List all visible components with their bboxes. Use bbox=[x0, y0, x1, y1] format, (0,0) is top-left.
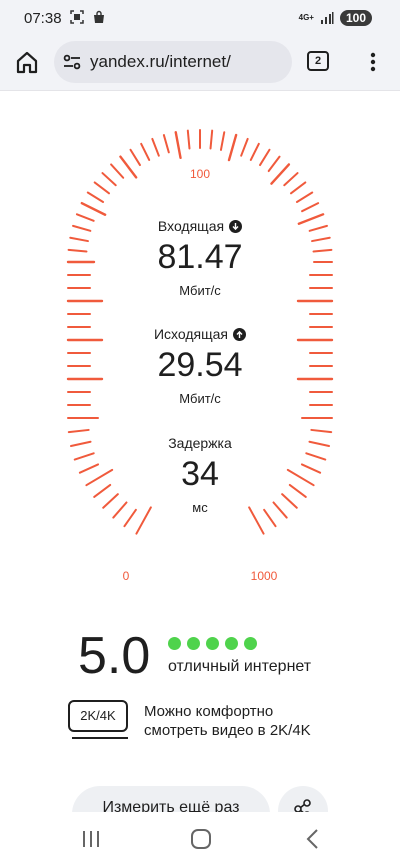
gauge-label-top: 100 bbox=[190, 167, 210, 181]
gauge-tick bbox=[289, 181, 307, 195]
gauge-tick bbox=[78, 463, 100, 474]
notification-icons bbox=[70, 10, 106, 24]
latency-value: 34 bbox=[181, 455, 219, 493]
gauge-tick bbox=[119, 155, 138, 179]
more-vert-icon[interactable] bbox=[365, 50, 381, 74]
back-icon[interactable] bbox=[298, 826, 328, 852]
video-line-1: Можно комфортно bbox=[144, 703, 274, 720]
gauge-tick bbox=[101, 172, 117, 187]
battery-indicator: 100 bbox=[339, 10, 372, 26]
rating-dot bbox=[225, 637, 238, 650]
gauge-tick bbox=[70, 440, 92, 447]
gauge-label-min: 0 bbox=[123, 569, 130, 583]
gauge-tick bbox=[209, 129, 214, 150]
gauge-tick bbox=[110, 163, 125, 179]
gauge-tick bbox=[259, 148, 271, 167]
upload-unit: Мбит/с bbox=[179, 391, 221, 406]
video-line-2: смотреть видео в 2K/4K bbox=[144, 722, 311, 739]
gauge-tick bbox=[301, 202, 320, 213]
recent-apps-icon[interactable] bbox=[76, 826, 106, 852]
gauge-tick bbox=[86, 191, 105, 203]
gauge-tick bbox=[308, 440, 330, 447]
gauge-tick bbox=[80, 201, 107, 216]
gauge-tick bbox=[240, 137, 249, 157]
video-description: Можно комфортно смотреть видео в 2K/4K bbox=[144, 702, 311, 740]
quality-score: 5.0 bbox=[78, 627, 151, 685]
download-value: 81.47 bbox=[157, 238, 243, 276]
gauge-label-max: 1000 bbox=[251, 569, 278, 583]
gauge-tick bbox=[311, 236, 331, 243]
url-text: yandex.ru/internet/ bbox=[90, 52, 231, 71]
gauge-tick bbox=[305, 452, 327, 461]
shopping-bag-icon bbox=[94, 10, 104, 23]
arrow-up-icon bbox=[233, 327, 247, 341]
gauge-tick bbox=[69, 236, 89, 243]
address-bar[interactable]: yandex.ru/internet/ bbox=[54, 41, 292, 83]
rating-dot bbox=[168, 637, 181, 650]
gauge-tick bbox=[310, 428, 333, 434]
tv-stand bbox=[72, 737, 128, 739]
gauge-tick bbox=[93, 181, 111, 195]
quality-rating-text: отличный интернет bbox=[168, 658, 312, 675]
gauge-tick bbox=[300, 463, 322, 474]
tune-icon[interactable] bbox=[62, 52, 82, 72]
gauge-tick bbox=[72, 224, 92, 232]
gauge-tick bbox=[129, 148, 141, 167]
gauge-tick bbox=[312, 248, 333, 253]
browser-toolbar: yandex.ru/internet/ 2 bbox=[0, 36, 400, 91]
arrow-down-icon bbox=[229, 219, 243, 233]
home-nav-icon[interactable] bbox=[186, 826, 216, 852]
download-unit: Мбит/с bbox=[179, 283, 221, 298]
gauge-tick bbox=[270, 163, 291, 185]
status-time: 07:38 bbox=[24, 10, 62, 27]
screenshot-icon bbox=[70, 10, 84, 24]
status-bar: 07:38 4G+ 100 bbox=[0, 0, 400, 36]
gauge-tick bbox=[267, 155, 281, 173]
gauge-tick bbox=[67, 248, 88, 253]
system-nav-bar bbox=[0, 812, 400, 867]
upload-value: 29.54 bbox=[157, 346, 243, 384]
gauge-tick bbox=[174, 131, 182, 160]
gauge-tick bbox=[75, 213, 95, 222]
gauge-tick bbox=[295, 191, 314, 203]
gauge-tick bbox=[162, 134, 170, 154]
status-right: 4G+ 100 bbox=[299, 10, 372, 26]
video-badge: 2K/4K bbox=[68, 700, 132, 740]
video-badge-label: 2K/4K bbox=[68, 700, 128, 732]
rating-dot bbox=[206, 637, 219, 650]
upload-metric: Исходящая 29.54 Мбит/с bbox=[100, 326, 300, 406]
latency-metric: Задержка 34 мс bbox=[100, 435, 300, 515]
upload-label: Исходящая bbox=[153, 326, 229, 342]
gauge-tick bbox=[249, 142, 260, 161]
latency-label: Задержка bbox=[168, 435, 232, 451]
latency-unit: мс bbox=[192, 500, 208, 515]
gauge-tick bbox=[297, 213, 325, 225]
gauge-tick bbox=[186, 129, 191, 150]
gauge-tick bbox=[219, 131, 226, 151]
gauge-tick bbox=[308, 224, 328, 232]
download-metric: Входящая 81.47 Мбит/с bbox=[100, 218, 300, 298]
home-icon[interactable] bbox=[12, 48, 42, 78]
network-type: 4G+ bbox=[298, 13, 314, 22]
tab-switcher-button[interactable]: 2 bbox=[307, 51, 329, 71]
gauge-tick bbox=[227, 133, 238, 162]
signal-icon bbox=[320, 12, 334, 24]
rating-dot bbox=[187, 637, 200, 650]
gauge-tick bbox=[283, 172, 299, 187]
quality-rating-dots bbox=[168, 637, 257, 650]
gauge-tick bbox=[140, 142, 151, 161]
rating-dot bbox=[244, 637, 257, 650]
download-label: Входящая bbox=[157, 218, 225, 234]
gauge-tick bbox=[67, 428, 90, 434]
gauge-tick bbox=[73, 452, 95, 461]
gauge-tick bbox=[151, 137, 160, 157]
